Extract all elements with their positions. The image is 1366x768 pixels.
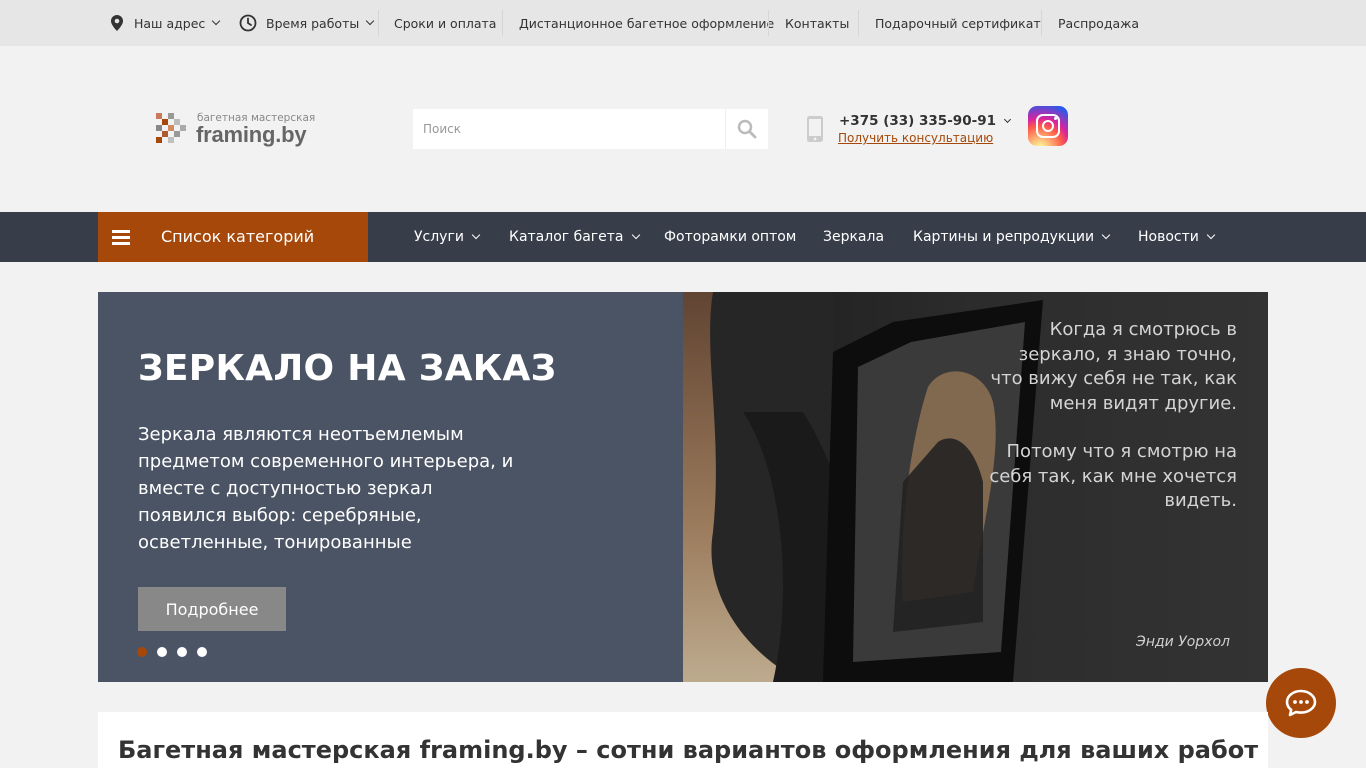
chevron-down-icon	[471, 230, 481, 240]
topbar-link-gift-certificate[interactable]: Подарочный сертификат	[875, 0, 1041, 46]
clock-icon	[239, 14, 257, 32]
chevron-down-icon	[212, 16, 221, 26]
nav-item-photo-frames[interactable]: Фоторамки оптом	[664, 212, 796, 262]
nav-item-news[interactable]: Новости	[1138, 212, 1216, 262]
logo-mark	[156, 113, 188, 145]
hero-image: Когда я смотрюсь в зеркало, я знаю точно…	[683, 292, 1268, 682]
hero-description: Зеркала являются неотъемлемым предметом …	[138, 424, 514, 553]
chat-bubble-icon	[1285, 689, 1317, 717]
chevron-down-icon	[1003, 115, 1012, 123]
search-button[interactable]	[725, 109, 768, 149]
quote-part-2: Потому что я смотрю на себя так, как мне…	[989, 441, 1237, 511]
chat-widget-button[interactable]	[1266, 668, 1336, 738]
slider-dot[interactable]	[197, 647, 207, 657]
nav-item-label: Каталог багета	[509, 229, 624, 245]
quote-text: Когда я смотрюсь в зеркало, я знаю точно…	[987, 318, 1237, 514]
nav-item-mirrors[interactable]: Зеркала	[823, 212, 884, 262]
nav-item-label: Новости	[1138, 229, 1199, 245]
search-icon	[737, 119, 757, 139]
slider-dot[interactable]	[157, 647, 167, 657]
divider	[502, 10, 503, 36]
quote-part-1: Когда я смотрюсь в зеркало, я знаю точно…	[990, 319, 1237, 414]
hero-title: ЗЕРКАЛО НА ЗАКАЗ	[138, 348, 557, 389]
site-logo[interactable]: багетная мастерская framing.by	[156, 112, 316, 148]
topbar-link-contacts[interactable]: Контакты	[785, 0, 849, 46]
hamburger-menu-icon	[112, 230, 130, 245]
nav-item-label: Зеркала	[823, 229, 885, 245]
topbar-link-sale[interactable]: Распродажа	[1058, 0, 1139, 46]
top-bar: Наш адрес Время работы Сроки и оплата Ди…	[0, 0, 1366, 46]
divider	[378, 10, 379, 36]
instagram-icon[interactable]	[1028, 106, 1068, 146]
search-input[interactable]	[413, 109, 725, 149]
chevron-down-icon	[1101, 230, 1111, 240]
mobile-phone-icon	[807, 116, 823, 142]
slider-dot[interactable]	[137, 647, 147, 657]
intro-card: Багетная мастерская framing.by – сотни в…	[98, 712, 1268, 768]
quote-author: Энди Уорхол	[1136, 634, 1230, 650]
intro-heading: Багетная мастерская framing.by – сотни в…	[118, 736, 1259, 764]
chevron-down-icon	[365, 16, 375, 26]
search-box	[413, 109, 768, 149]
nav-item-services[interactable]: Услуги	[414, 212, 481, 262]
topbar-link-terms[interactable]: Сроки и оплата	[394, 0, 496, 46]
divider	[858, 10, 859, 36]
chevron-down-icon	[631, 230, 640, 240]
topbar-link-remote-framing[interactable]: Дистанционное багетное оформление	[519, 0, 774, 46]
nav-item-label: Фоторамки оптом	[664, 229, 797, 245]
hours-dropdown[interactable]: Время работы	[239, 0, 375, 46]
nav-item-label: Картины и репродукции	[913, 229, 1095, 245]
hours-label: Время работы	[266, 15, 360, 31]
phone-dropdown[interactable]: +375 (33) 335-90-91	[839, 113, 1012, 129]
phone-number: +375 (33) 335-90-91	[839, 113, 996, 129]
category-list-button[interactable]: Список категорий	[98, 212, 368, 262]
more-button[interactable]: Подробнее	[138, 587, 286, 631]
nav-item-paintings[interactable]: Картины и репродукции	[913, 212, 1111, 262]
hero-text-panel: ЗЕРКАЛО НА ЗАКАЗ Зеркала являются неотъе…	[98, 292, 683, 682]
divider	[768, 10, 769, 36]
get-consultation-link[interactable]: Получить консультацию	[838, 131, 993, 145]
nav-item-baguette-catalog[interactable]: Каталог багета	[509, 212, 640, 262]
nav-item-label: Услуги	[414, 229, 464, 245]
address-label: Наш адрес	[134, 15, 206, 31]
chevron-down-icon	[1206, 230, 1216, 240]
address-dropdown[interactable]: Наш адрес	[109, 0, 221, 46]
main-navigation: Список категорий Услуги Каталог багета Ф…	[0, 212, 1366, 262]
category-list-label: Список категорий	[161, 227, 315, 246]
slider-dot[interactable]	[177, 647, 187, 657]
hero-slider: ЗЕРКАЛО НА ЗАКАЗ Зеркала являются неотъе…	[98, 292, 1268, 682]
logo-name: framing.by	[196, 122, 307, 147]
location-pin-icon	[111, 15, 123, 31]
divider	[1041, 10, 1042, 36]
